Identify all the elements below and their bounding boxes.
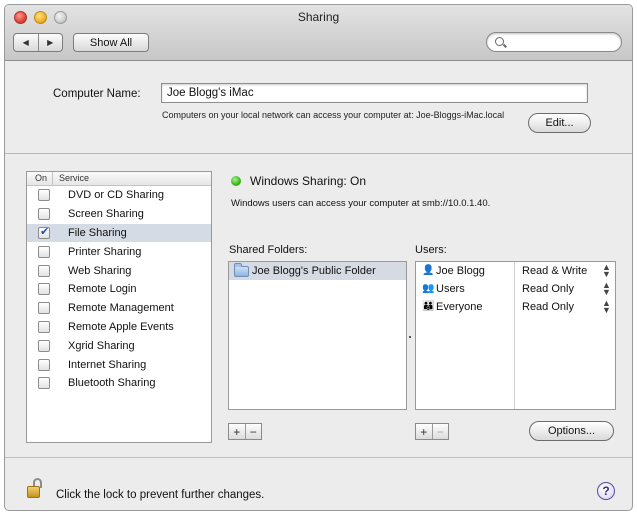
forward-button[interactable]: ▶ [39, 34, 63, 51]
lock-icon[interactable] [25, 478, 42, 499]
service-row[interactable]: Bluetooth Sharing [27, 374, 211, 393]
service-name: Printer Sharing [68, 245, 142, 258]
status-description: Windows users can access your computer a… [231, 198, 491, 209]
service-checkbox[interactable] [38, 320, 50, 333]
computer-name-label: Computer Name: [53, 88, 141, 100]
service-name: Bluetooth Sharing [68, 377, 156, 390]
service-name: Remote Apple Events [68, 320, 174, 333]
header-on[interactable]: On [27, 172, 53, 185]
search-icon [495, 37, 504, 46]
window-title: Sharing [297, 10, 340, 24]
remove-shared-folder-button[interactable]: − [246, 424, 262, 439]
back-button[interactable]: ◀ [14, 34, 39, 51]
service-list-header: On Service [27, 172, 211, 186]
service-name: Screen Sharing [68, 208, 144, 221]
user-name: Users [436, 283, 465, 295]
search-field[interactable] [486, 32, 622, 52]
service-row[interactable]: Xgrid Sharing [27, 336, 211, 355]
service-checkbox[interactable] [38, 377, 50, 390]
user-permission[interactable]: Read Only [522, 283, 602, 295]
status-text: Windows Sharing: On [250, 174, 367, 188]
header-service[interactable]: Service [53, 172, 89, 185]
title-bar: Sharing ◀ ▶ Show All [5, 5, 632, 61]
permission-stepper-icon[interactable]: ▲ ▼ [602, 263, 611, 279]
service-name: Web Sharing [68, 264, 132, 277]
back-forward-control: ◀ ▶ [13, 33, 63, 52]
shared-folders-label: Shared Folders: [229, 244, 308, 256]
service-name: Xgrid Sharing [68, 339, 135, 352]
service-checkbox[interactable] [38, 189, 50, 202]
everyone-icon: 👪 [422, 301, 435, 312]
service-row[interactable]: Remote Login [27, 280, 211, 299]
service-row[interactable]: Remote Apple Events [27, 318, 211, 337]
service-checkbox[interactable] [38, 245, 50, 258]
folder-icon [234, 262, 249, 277]
service-row[interactable]: Web Sharing [27, 261, 211, 280]
user-name: Everyone [436, 301, 483, 313]
user-row[interactable]: 👥 Users Read Only ▲ ▼ [416, 280, 615, 298]
sharing-window: Sharing ◀ ▶ Show All Computer Name: Joe … [4, 4, 633, 511]
service-checkbox[interactable] [38, 208, 50, 221]
permission-stepper-icon[interactable]: ▲ ▼ [602, 281, 611, 297]
shared-folders-add-remove: + − [228, 423, 262, 440]
remove-user-button[interactable]: − [433, 424, 449, 439]
service-row[interactable]: Remote Management [27, 299, 211, 318]
add-user-button[interactable]: + [416, 424, 433, 439]
service-checkbox[interactable] [38, 283, 50, 296]
service-row[interactable]: Screen Sharing [27, 205, 211, 224]
users-add-remove: + − [415, 423, 449, 440]
service-name: Remote Login [68, 283, 137, 296]
edit-button[interactable]: Edit... [528, 113, 591, 133]
service-row[interactable]: File Sharing [27, 223, 211, 243]
add-shared-folder-button[interactable]: + [229, 424, 246, 439]
service-name: Remote Management [68, 302, 174, 315]
status-indicator-icon [231, 176, 241, 186]
splitter-handle[interactable] [409, 336, 411, 338]
computer-name-note: Computers on your local network can acce… [162, 110, 505, 120]
service-checkbox[interactable] [38, 339, 50, 352]
permission-stepper-icon[interactable]: ▲ ▼ [602, 299, 611, 315]
service-row[interactable]: Internet Sharing [27, 355, 211, 374]
single-user-icon: 👤 [422, 265, 435, 276]
service-checkbox[interactable] [38, 264, 50, 277]
shared-folder-item[interactable]: Joe Blogg's Public Folder [229, 262, 406, 280]
user-permission[interactable]: Read & Write [522, 265, 602, 277]
group-icon: 👥 [422, 283, 435, 294]
lock-body [27, 486, 40, 498]
service-row[interactable]: Printer Sharing [27, 242, 211, 261]
service-name: DVD or CD Sharing [68, 189, 164, 202]
service-name: File Sharing [68, 226, 127, 239]
user-row[interactable]: 👤 Joe Blogg Read & Write ▲ ▼ [416, 262, 615, 280]
users-label: Users: [415, 244, 447, 256]
computer-name-input[interactable]: Joe Blogg's iMac [161, 83, 588, 103]
service-checkbox[interactable] [38, 302, 50, 315]
options-button[interactable]: Options... [529, 421, 614, 441]
service-checkbox[interactable] [38, 225, 50, 239]
service-row[interactable]: DVD or CD Sharing [27, 186, 211, 205]
shared-folder-name: Joe Blogg's Public Folder [252, 265, 376, 277]
service-list: On Service DVD or CD Sharing Screen Shari… [26, 171, 212, 443]
service-name: Internet Sharing [68, 358, 147, 371]
users-list: 👤 Joe Blogg Read & Write ▲ ▼ 👥 Users Read… [415, 261, 616, 410]
user-row[interactable]: 👪 Everyone Read Only ▲ ▼ [416, 298, 615, 316]
lock-text: Click the lock to prevent further change… [56, 489, 265, 501]
shared-folders-list: Joe Blogg's Public Folder [228, 261, 407, 410]
footer-divider [5, 457, 632, 458]
user-name: Joe Blogg [436, 265, 485, 277]
service-checkbox[interactable] [38, 358, 50, 371]
user-permission[interactable]: Read Only [522, 301, 602, 313]
help-button[interactable]: ? [597, 482, 615, 500]
show-all-button[interactable]: Show All [73, 33, 149, 52]
section-divider [5, 153, 632, 154]
